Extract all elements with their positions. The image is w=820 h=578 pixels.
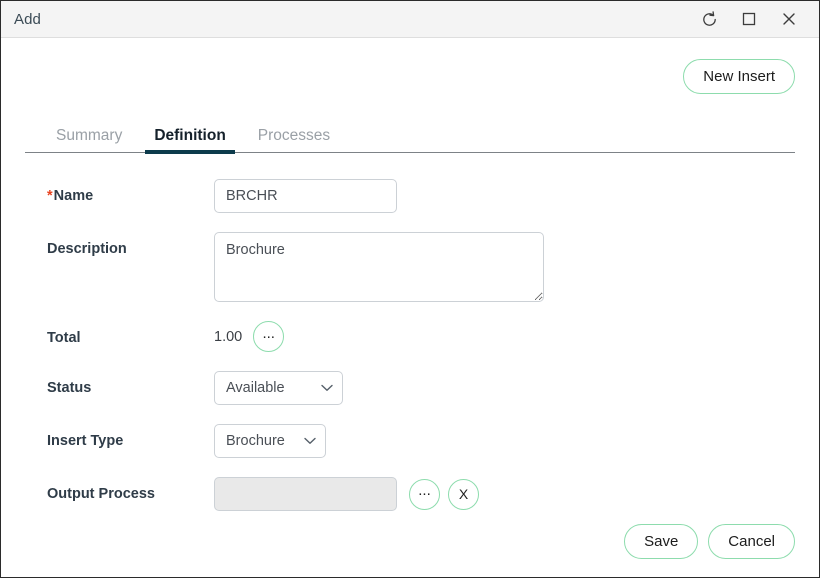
label-name-text: Name [53,188,94,204]
field-row-description: Description [47,232,795,302]
output-process-browse-button[interactable]: ... [409,478,440,510]
status-select-wrap: Available [214,371,343,405]
maximize-button[interactable] [729,2,769,36]
output-process-clear-button[interactable]: X [448,478,479,510]
field-row-name: *Name [47,179,795,213]
dialog-content: New Insert Summary Definition Processes … [1,38,819,511]
insert-type-select-wrap: Brochure [214,424,326,458]
ellipsis-icon: ... [418,482,431,499]
refresh-icon [700,10,719,29]
label-status: Status [47,380,92,396]
control-total: 1.00 ... [214,321,292,352]
control-name [214,179,397,213]
control-output-process: ... X [214,477,487,511]
refresh-button[interactable] [689,2,729,36]
toolbar: New Insert [25,38,795,94]
description-textarea[interactable] [214,232,544,302]
control-insert-type: Brochure [214,424,326,458]
field-row-output-process: Output Process ... X [47,477,795,511]
cancel-button[interactable]: Cancel [708,524,795,559]
status-select[interactable]: Available [214,371,343,405]
field-row-status: Status Available [47,371,795,405]
dialog-footer: Save Cancel [624,524,795,559]
total-value: 1.00 [214,329,243,345]
title-bar: Add [1,1,819,38]
label-total: Total [47,330,81,346]
tab-summary[interactable]: Summary [47,127,131,153]
name-input[interactable] [214,179,397,213]
field-row-total: Total 1.00 ... [47,321,795,352]
window-title: Add [14,10,41,28]
label-name: *Name [47,179,214,204]
new-insert-button[interactable]: New Insert [683,59,795,94]
tab-processes[interactable]: Processes [249,127,339,153]
x-icon: X [458,486,469,502]
label-description: Description [47,241,127,257]
save-button[interactable]: Save [624,524,699,559]
status-select-value: Available [226,380,285,396]
ellipsis-icon: ... [262,324,275,342]
tab-bar: Summary Definition Processes [25,116,795,153]
label-insert-type: Insert Type [47,433,124,449]
maximize-icon [741,11,757,27]
label-output-process: Output Process [47,486,155,502]
insert-type-select[interactable]: Brochure [214,424,326,458]
output-process-input[interactable] [214,477,397,511]
total-browse-button[interactable]: ... [253,321,285,352]
insert-type-select-value: Brochure [226,433,285,449]
definition-form: *Name Description Total 1.00 ... [25,153,795,511]
close-button[interactable] [769,2,809,36]
field-row-insert-type: Insert Type Brochure [47,424,795,458]
control-description [214,232,544,302]
tab-definition[interactable]: Definition [145,127,236,153]
add-dialog-window: Add New Insert Summary Definition Proces… [0,0,820,578]
control-status: Available [214,371,343,405]
close-icon [781,11,797,27]
required-asterisk: * [47,188,53,204]
